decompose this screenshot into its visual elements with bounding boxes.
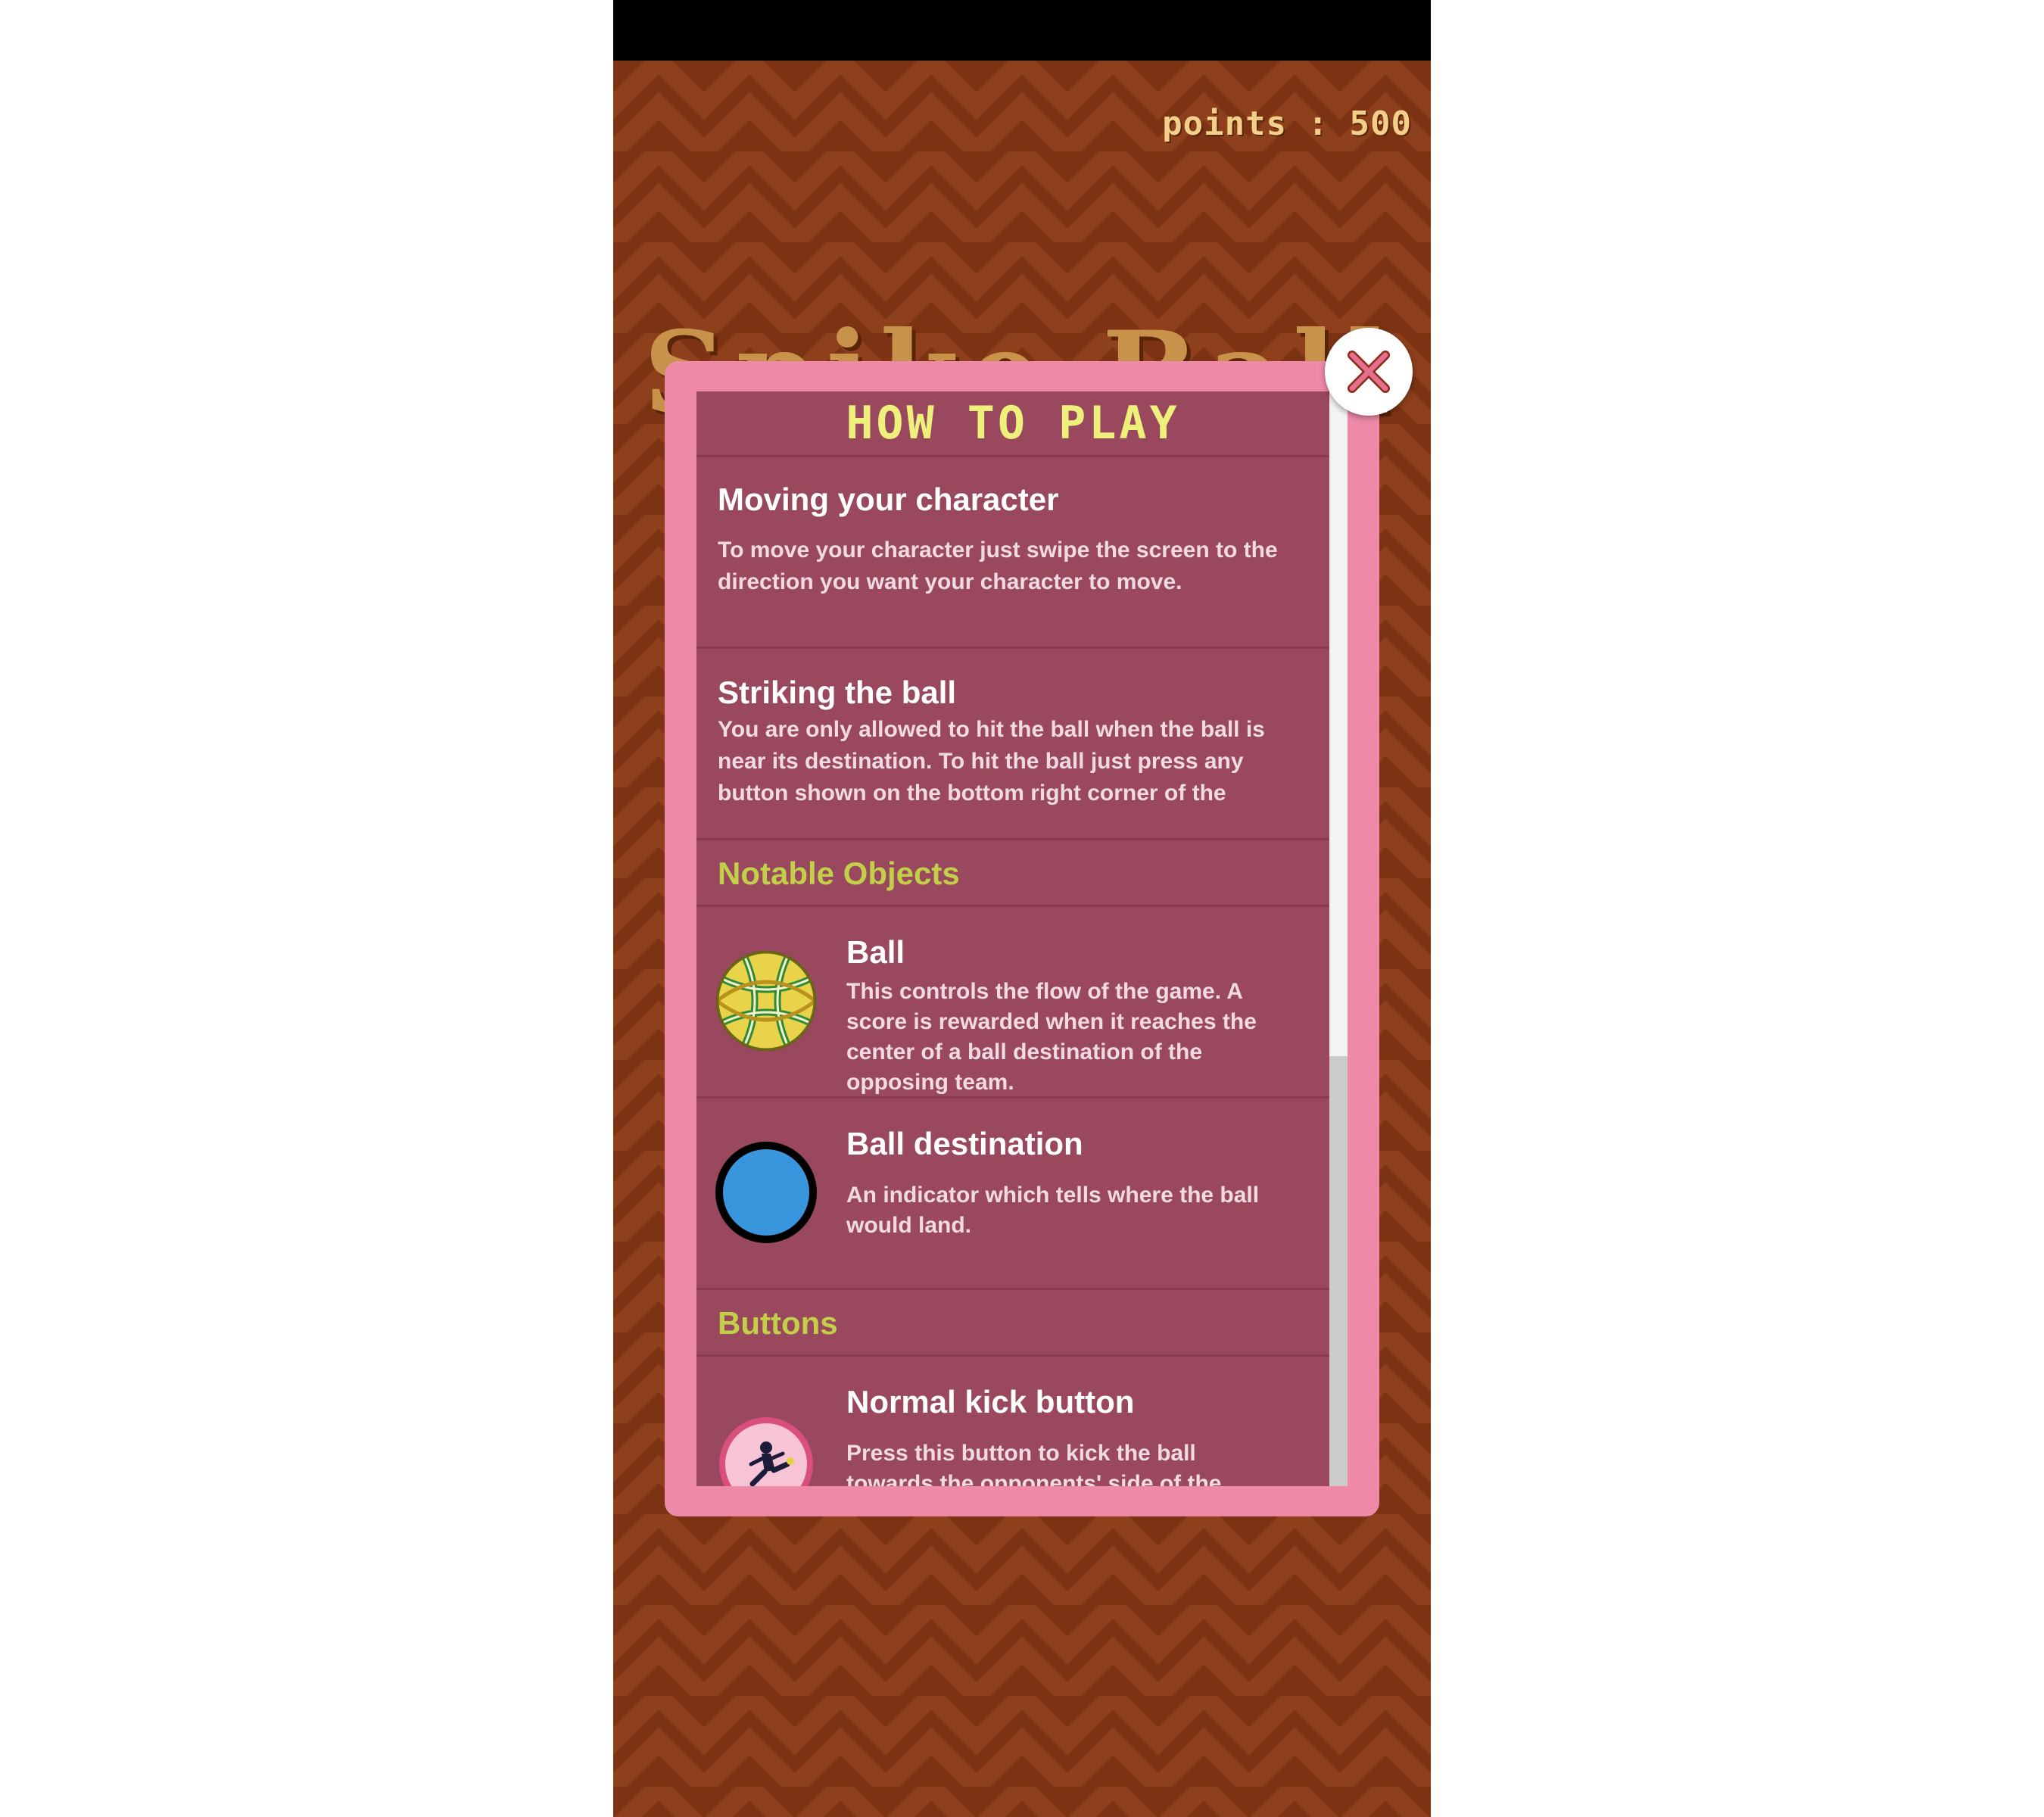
close-button[interactable] <box>1325 328 1413 416</box>
moving-heading: Moving your character <box>718 482 1059 517</box>
modal-title: HOW TO PLAY <box>696 391 1329 457</box>
sepak-takraw-ball-icon <box>716 951 816 1051</box>
points-counter: points : 500 <box>1162 104 1412 143</box>
ball-description: This controls the flow of the game. A sc… <box>846 979 1257 1095</box>
object-ball: Ball This controls the flow of the game.… <box>696 907 1329 1099</box>
striking-heading: Striking the ball <box>718 675 957 710</box>
ball-heading: Ball <box>846 934 905 970</box>
status-bar <box>613 0 1431 61</box>
button-normal-kick: Normal kick button Press this button to … <box>696 1357 1329 1486</box>
notable-objects-label: Notable Objects <box>718 856 960 891</box>
how-to-play-modal: HOW TO PLAY Moving your character To mov… <box>665 361 1379 1516</box>
section-striking-ball: Striking the ball You are only allowed t… <box>696 649 1329 840</box>
ball-destination-description: An indicator which tells where the ball … <box>846 1183 1260 1238</box>
section-moving-character: Moving your character To move your chara… <box>696 457 1329 649</box>
category-buttons: Buttons <box>696 1290 1329 1357</box>
normal-kick-heading: Normal kick button <box>846 1384 1135 1420</box>
striking-description: You are only allowed to hit the ball whe… <box>718 717 1265 806</box>
object-ball-destination: Ball destination An indicator which tell… <box>696 1099 1329 1290</box>
close-x-icon <box>1348 351 1390 393</box>
modal-scrollbar[interactable] <box>1329 391 1348 1486</box>
game-screen: points : 500 Spike Ball HOW TO PLAY Movi… <box>613 0 1431 1817</box>
kick-player-icon <box>719 1417 813 1486</box>
scrollbar-thumb[interactable] <box>1329 1056 1348 1486</box>
category-notable-objects: Notable Objects <box>696 840 1329 907</box>
normal-kick-description: Press this button to kick the ball towar… <box>846 1441 1222 1486</box>
moving-description: To move your character just swipe the sc… <box>718 538 1278 594</box>
buttons-label: Buttons <box>718 1305 838 1341</box>
how-to-play-content[interactable]: HOW TO PLAY Moving your character To mov… <box>696 391 1329 1486</box>
ball-destination-heading: Ball destination <box>846 1126 1083 1161</box>
ball-destination-icon <box>715 1142 817 1243</box>
